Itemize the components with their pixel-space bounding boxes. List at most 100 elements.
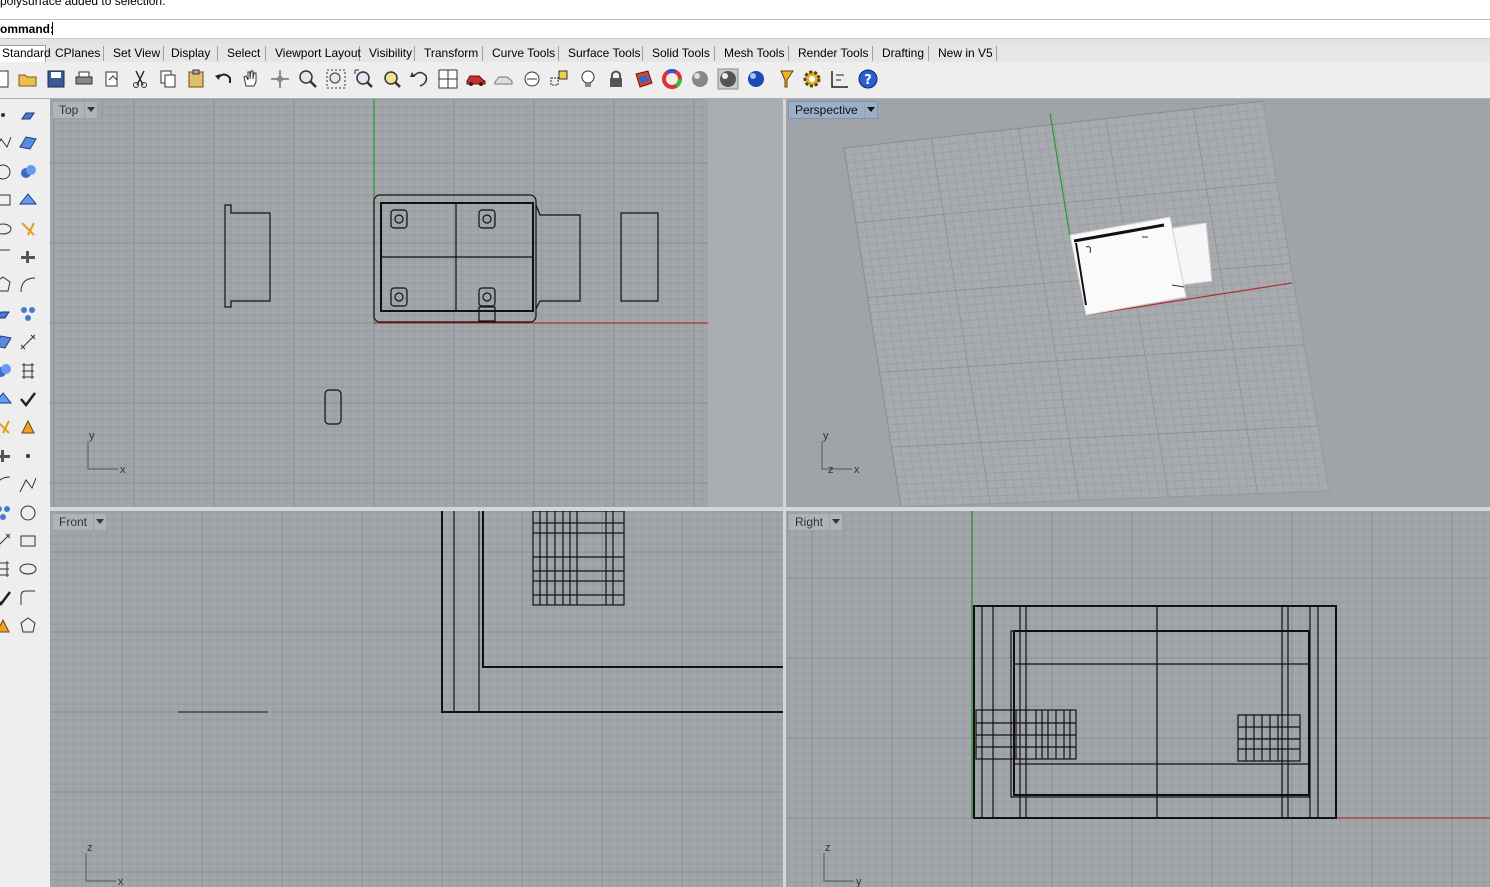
tab-set-view[interactable]: Set View bbox=[108, 46, 164, 61]
new-icon[interactable] bbox=[0, 67, 14, 91]
tab-new-in-v5[interactable]: New in V5 bbox=[933, 46, 997, 61]
polygon-icon-alt[interactable] bbox=[17, 274, 39, 296]
tab-visibility[interactable]: Visibility bbox=[364, 46, 415, 61]
solid-icon[interactable] bbox=[0, 360, 14, 382]
solid-icon-alt[interactable] bbox=[17, 360, 39, 382]
car-icon[interactable] bbox=[464, 67, 488, 91]
dimension-icon[interactable] bbox=[828, 67, 852, 91]
extrude-icon-alt[interactable] bbox=[17, 303, 39, 325]
lock-icon[interactable] bbox=[604, 67, 628, 91]
viewport-top[interactable]: xy Top bbox=[50, 99, 783, 507]
rectangle-icon-alt[interactable] bbox=[17, 189, 39, 211]
curve-icon[interactable] bbox=[0, 473, 14, 495]
ghost-icon[interactable] bbox=[492, 67, 516, 91]
zoom-window-icon[interactable] bbox=[324, 67, 348, 91]
grid-icon[interactable] bbox=[0, 558, 14, 580]
dimension-icon-alt[interactable] bbox=[17, 530, 39, 552]
grid-icon-alt[interactable] bbox=[17, 558, 39, 580]
extrude-icon[interactable] bbox=[0, 303, 14, 325]
tab-drafting[interactable]: Drafting bbox=[877, 46, 929, 61]
boolean-icon-alt[interactable] bbox=[17, 445, 39, 467]
tab-cplanes[interactable]: CPlanes bbox=[50, 46, 104, 61]
point-icon[interactable] bbox=[0, 104, 14, 126]
layers-icon[interactable] bbox=[632, 67, 656, 91]
surface-icon[interactable] bbox=[0, 331, 14, 353]
check-icon[interactable] bbox=[0, 587, 14, 609]
render-icon[interactable] bbox=[0, 615, 14, 637]
boolean-icon[interactable] bbox=[0, 445, 14, 467]
transform-icon-alt[interactable] bbox=[17, 416, 39, 438]
help-icon[interactable]: ? bbox=[856, 67, 880, 91]
viewport-right[interactable]: yz Right bbox=[786, 511, 1490, 887]
circle-icon-alt[interactable] bbox=[17, 161, 39, 183]
shaded-sphere-icon[interactable] bbox=[688, 67, 712, 91]
viewport-perspective-title[interactable]: Perspective bbox=[788, 101, 878, 119]
lightbulb-icon[interactable] bbox=[576, 67, 600, 91]
array-icon-alt[interactable] bbox=[17, 502, 39, 524]
chevron-down-icon[interactable] bbox=[93, 514, 106, 530]
polygon-icon[interactable] bbox=[0, 274, 14, 296]
viewport-divider-horizontal[interactable] bbox=[50, 507, 1490, 511]
snap-icon[interactable] bbox=[548, 67, 572, 91]
tab-solid-tools[interactable]: Solid Tools bbox=[647, 46, 715, 61]
ellipse-icon[interactable] bbox=[0, 218, 14, 240]
ellipse-icon-alt[interactable] bbox=[17, 218, 39, 240]
tab-curve-tools[interactable]: Curve Tools bbox=[487, 46, 559, 61]
tab-display[interactable]: Display bbox=[166, 46, 218, 61]
polyline-icon-alt[interactable] bbox=[17, 132, 39, 154]
cut-icon[interactable] bbox=[128, 67, 152, 91]
tab-select[interactable]: Select bbox=[222, 46, 266, 61]
surface-icon-alt[interactable] bbox=[17, 331, 39, 353]
viewport-front-title[interactable]: Front bbox=[52, 513, 108, 531]
render-icon-alt[interactable] bbox=[17, 615, 39, 637]
viewport-top-title[interactable]: Top bbox=[52, 101, 99, 119]
dimension-icon[interactable] bbox=[0, 530, 14, 552]
tab-standard[interactable]: Standard bbox=[0, 45, 51, 63]
circle-dot-icon[interactable] bbox=[520, 67, 544, 91]
rectangle-icon[interactable] bbox=[0, 189, 14, 211]
fillet-icon[interactable] bbox=[0, 246, 14, 268]
four-viewports-icon[interactable] bbox=[436, 67, 460, 91]
blue-sphere-icon[interactable] bbox=[744, 67, 768, 91]
array-icon[interactable] bbox=[0, 502, 14, 524]
command-line[interactable]: ommand: bbox=[0, 20, 1490, 39]
import-icon[interactable] bbox=[100, 67, 124, 91]
tab-render-tools[interactable]: Render Tools bbox=[793, 46, 873, 61]
options-gear-icon[interactable] bbox=[800, 67, 824, 91]
polyline-icon[interactable] bbox=[0, 132, 14, 154]
fillet-icon-alt[interactable] bbox=[17, 246, 39, 268]
mesh-icon-alt[interactable] bbox=[17, 388, 39, 410]
chevron-down-icon[interactable] bbox=[829, 514, 842, 530]
curve-icon-alt[interactable] bbox=[17, 473, 39, 495]
paste-icon[interactable] bbox=[184, 67, 208, 91]
print-icon[interactable] bbox=[72, 67, 96, 91]
rotate-icon[interactable] bbox=[408, 67, 432, 91]
command-input[interactable] bbox=[52, 22, 53, 35]
viewport-right-title[interactable]: Right bbox=[788, 513, 844, 531]
color-wheel-icon[interactable] bbox=[660, 67, 684, 91]
check-icon-alt[interactable] bbox=[17, 587, 39, 609]
transform-icon[interactable] bbox=[0, 416, 14, 438]
circle-icon[interactable] bbox=[0, 161, 14, 183]
chevron-down-icon[interactable] bbox=[863, 102, 877, 118]
point-icon-alt[interactable] bbox=[17, 104, 39, 126]
tab-viewport-layout[interactable]: Viewport Layout bbox=[270, 46, 361, 61]
tab-mesh-tools[interactable]: Mesh Tools bbox=[719, 46, 789, 61]
rotate-view-icon[interactable] bbox=[268, 67, 292, 91]
pan-icon[interactable] bbox=[238, 67, 262, 91]
tab-transform[interactable]: Transform bbox=[419, 46, 483, 61]
copy-icon[interactable] bbox=[156, 67, 180, 91]
rendered-sphere-icon[interactable] bbox=[716, 67, 740, 91]
zoom-extents-icon[interactable] bbox=[352, 67, 376, 91]
save-icon[interactable] bbox=[44, 67, 68, 91]
zoom-selected-icon[interactable] bbox=[380, 67, 404, 91]
open-icon[interactable] bbox=[16, 67, 40, 91]
tab-surface-tools[interactable]: Surface Tools bbox=[563, 46, 643, 61]
viewport-front[interactable]: xz Front bbox=[50, 511, 783, 887]
zoom-dynamic-icon[interactable] bbox=[296, 67, 320, 91]
undo-icon[interactable] bbox=[212, 67, 236, 91]
viewport-perspective[interactable]: x y z Perspective bbox=[786, 99, 1490, 507]
chevron-down-icon[interactable] bbox=[84, 102, 97, 118]
highlight-icon[interactable] bbox=[774, 67, 798, 91]
viewport-divider-vertical[interactable] bbox=[783, 99, 786, 887]
